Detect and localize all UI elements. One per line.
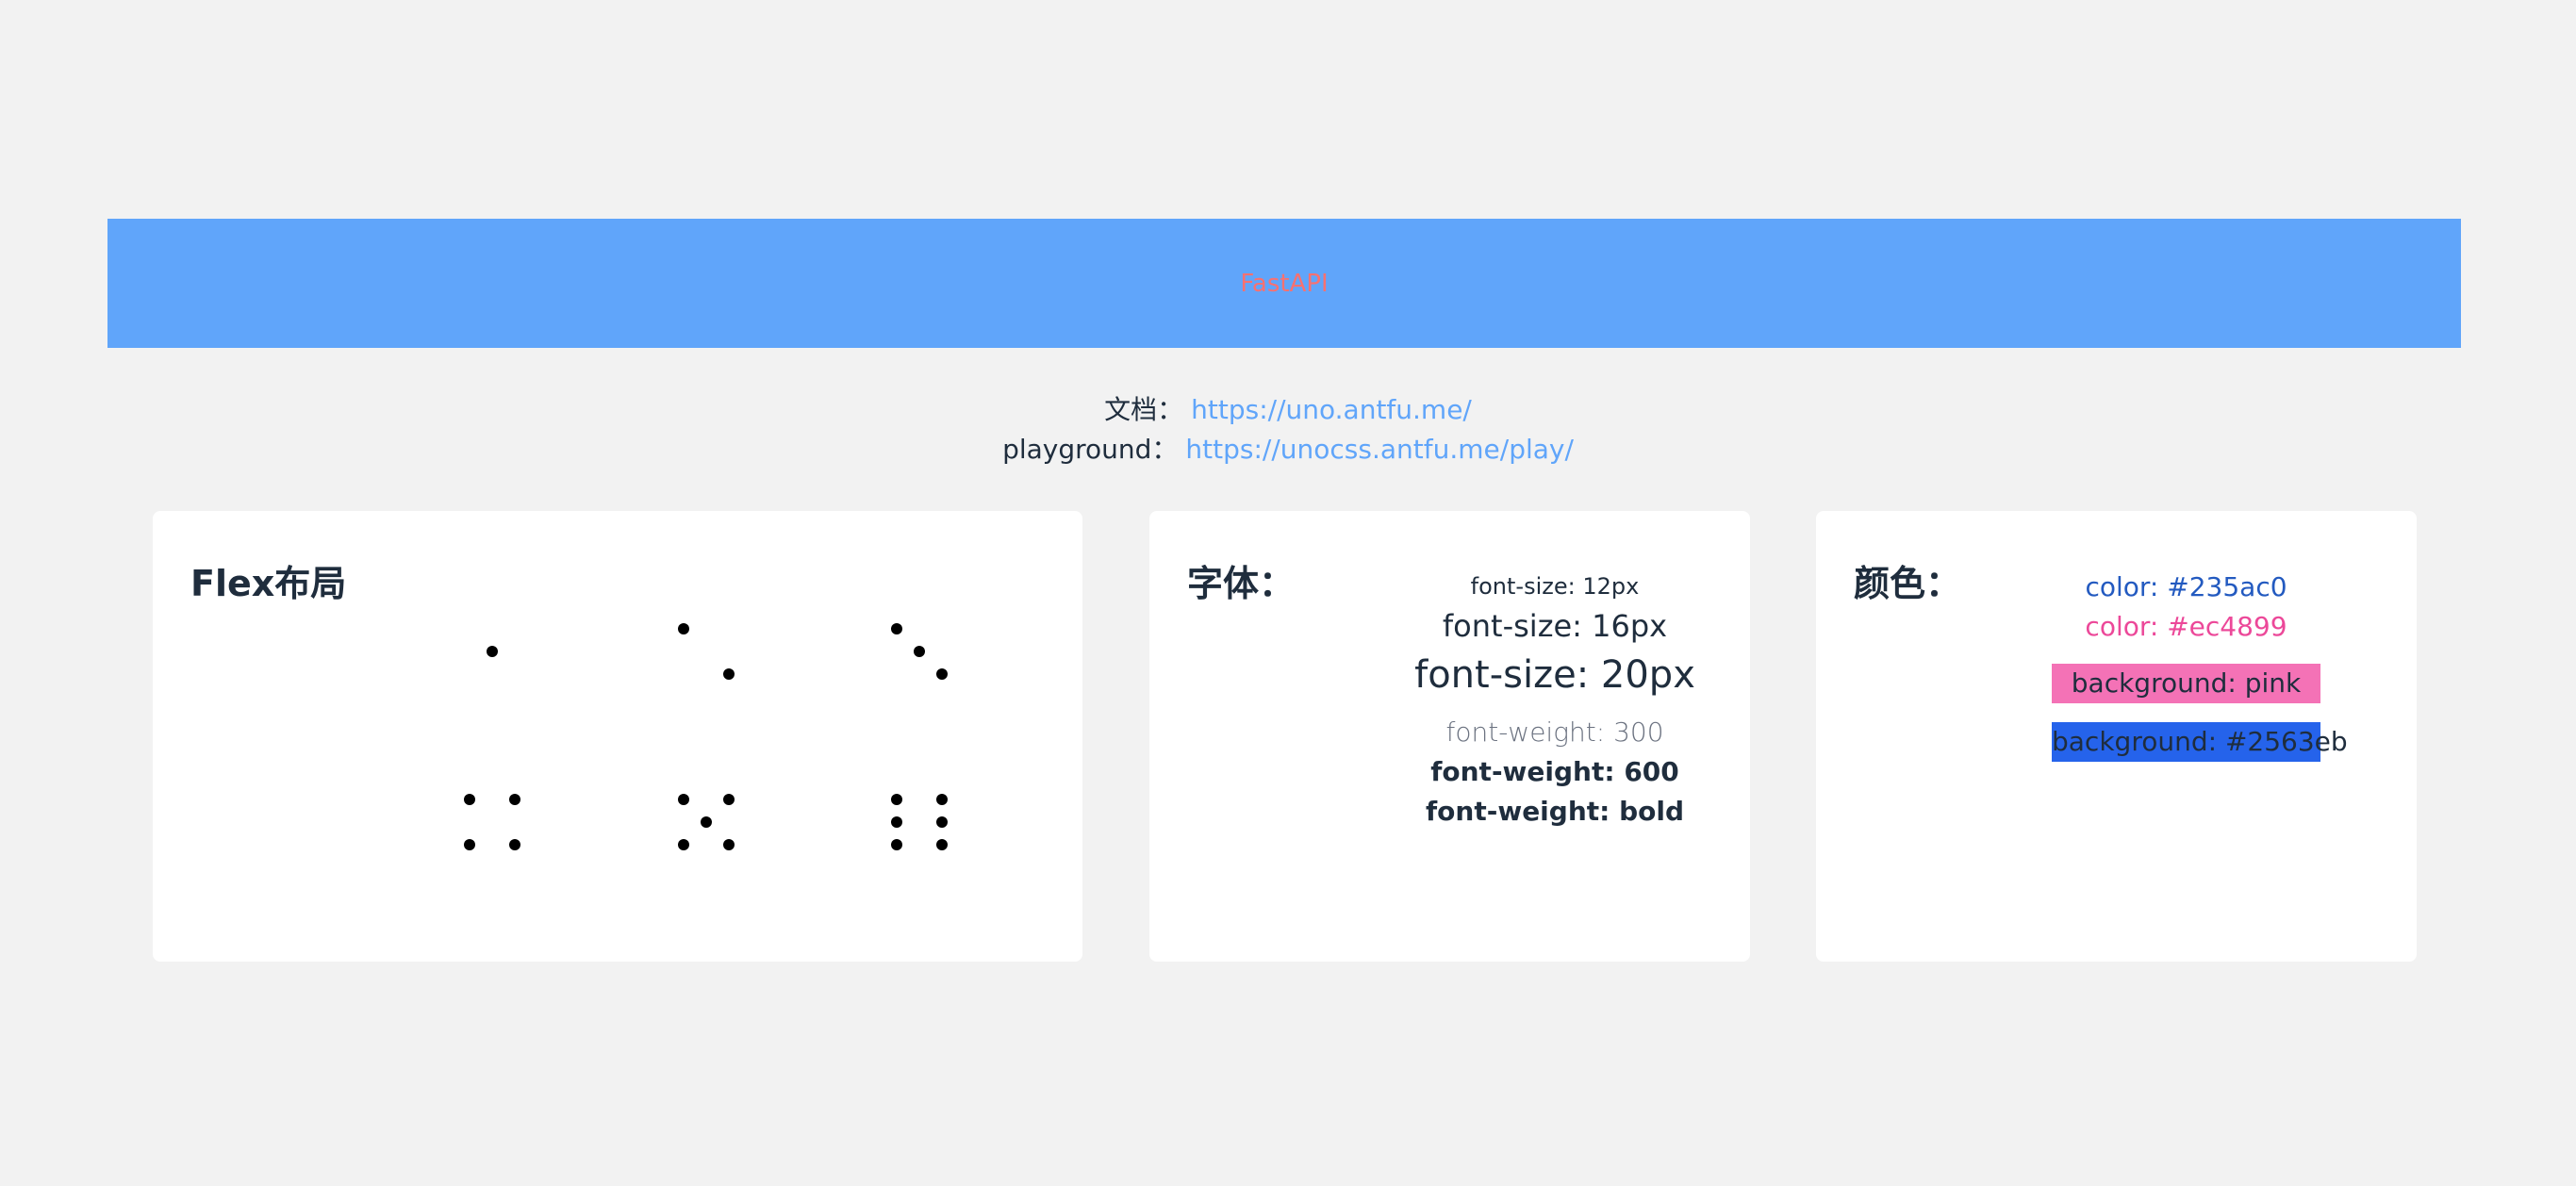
docs-link[interactable]: https://uno.antfu.me/ (1191, 394, 1472, 425)
banner-title: FastAPI (1240, 269, 1329, 298)
dice-5-dot (723, 839, 735, 850)
dice-3-dot (936, 668, 948, 680)
font-weight-bold-sample: font-weight: bold (1425, 796, 1685, 827)
font-sample-list: font-size: 12px font-size: 16px font-siz… (1329, 568, 1781, 832)
dice-6-dot (891, 794, 902, 805)
dice-2-dot (723, 668, 735, 680)
flex-card-title: Flex布局 (190, 563, 347, 604)
font-card: 字体： font-size: 12px font-size: 16px font… (1149, 511, 1750, 962)
color-card-title: 颜色： (1854, 563, 1962, 604)
playground-label: playground： (1002, 434, 1179, 465)
docs-label: 文档： (1104, 394, 1184, 425)
dice-4-dot (464, 794, 475, 805)
dice-5-dot (701, 816, 712, 828)
dice-5-dot (723, 794, 735, 805)
dice-3-dot (914, 646, 925, 657)
dice-6-dot (936, 794, 948, 805)
dice-3-dot (891, 623, 902, 634)
dice-6-dot (936, 816, 948, 828)
dice-4-dot (509, 839, 520, 850)
dice-6-dot (891, 839, 902, 850)
dice-4-dot (509, 794, 520, 805)
color-blue-sample: color: #235ac0 (2085, 571, 2287, 602)
dice-2-dot (678, 623, 689, 634)
color-sample-list: color: #235ac0 color: #ec4899 background… (2052, 568, 2348, 762)
color-pink-sample: color: #ec4899 (2085, 611, 2287, 642)
header-banner: FastAPI (107, 219, 2461, 348)
dice-5-dot (678, 839, 689, 850)
font-size-16-sample: font-size: 16px (1442, 608, 1668, 644)
background-pink-sample: background: pink (2052, 664, 2320, 703)
font-weight-600-sample: font-weight: 600 (1430, 756, 1679, 787)
links-block: 文档： https://uno.antfu.me/ playground： http… (0, 390, 2576, 469)
background-blue-sample: background: #2563eb (2052, 722, 2348, 762)
font-weight-300-sample: font-weight: 300 (1445, 717, 1664, 748)
dice-6-dot (891, 816, 902, 828)
playground-link[interactable]: https://unocss.antfu.me/play/ (1185, 434, 1574, 465)
dice-5-dot (678, 794, 689, 805)
color-card: 颜色： color: #235ac0 color: #ec4899 backgr… (1816, 511, 2417, 962)
font-size-20-sample: font-size: 20px (1414, 653, 1695, 697)
dice-1-dot (487, 646, 498, 657)
dice-6-dot (936, 839, 948, 850)
dice-4-dot (464, 839, 475, 850)
font-card-title: 字体： (1187, 563, 1296, 604)
flex-layout-card: Flex布局 (153, 511, 1082, 962)
font-size-12-sample: font-size: 12px (1470, 573, 1640, 600)
